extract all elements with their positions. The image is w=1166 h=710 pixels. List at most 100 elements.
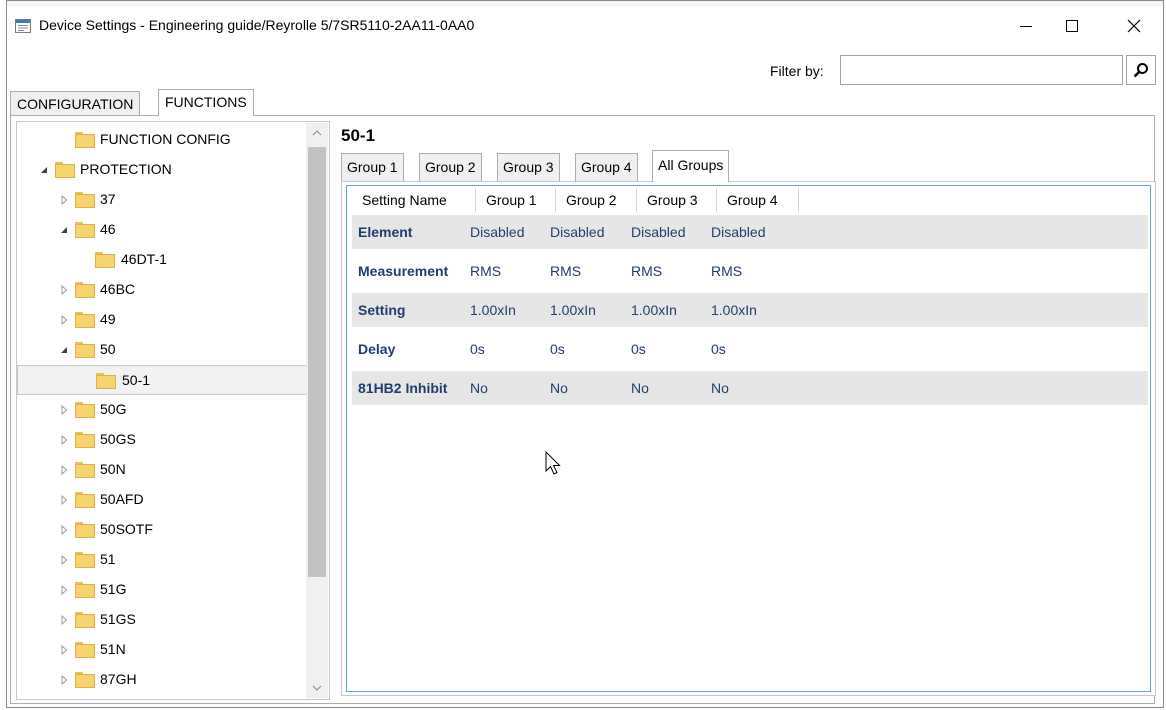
setting-value-cell-group-4[interactable]: No bbox=[711, 380, 793, 396]
tree-item[interactable]: 46 bbox=[17, 215, 307, 245]
setting-value-cell-group-1[interactable]: RMS bbox=[470, 263, 550, 279]
setting-value-cell-group-2[interactable]: RMS bbox=[550, 263, 631, 279]
minimize-button[interactable] bbox=[1003, 6, 1049, 46]
scroll-down-icon[interactable] bbox=[306, 678, 328, 698]
collapsed-caret-icon[interactable] bbox=[59, 555, 69, 565]
collapsed-caret-icon[interactable] bbox=[59, 285, 69, 295]
setting-value-cell-group-1[interactable]: Disabled bbox=[470, 224, 550, 240]
tab-functions[interactable]: FUNCTIONS bbox=[158, 89, 254, 116]
collapsed-caret-icon[interactable] bbox=[59, 195, 69, 205]
tab-configuration[interactable]: CONFIGURATION bbox=[10, 91, 141, 115]
tree-item[interactable]: 50GS bbox=[17, 425, 307, 455]
column-header-group-3[interactable]: Group 3 bbox=[637, 188, 717, 212]
close-button[interactable] bbox=[1111, 6, 1157, 46]
table-row[interactable]: Measurement RMS RMS RMS RMS bbox=[352, 254, 1148, 288]
grid-header-row: Setting Name Group 1 Group 2 Group 3 Gro… bbox=[352, 188, 799, 212]
collapsed-caret-icon[interactable] bbox=[59, 585, 69, 595]
collapsed-caret-icon[interactable] bbox=[59, 645, 69, 655]
folder-icon bbox=[75, 222, 95, 238]
tree-item-label: 87GH bbox=[100, 671, 137, 687]
collapsed-caret-icon[interactable] bbox=[59, 495, 69, 505]
folder-icon bbox=[75, 462, 95, 478]
setting-value-cell-group-3[interactable]: RMS bbox=[631, 263, 711, 279]
collapsed-caret-icon[interactable] bbox=[59, 525, 69, 535]
collapsed-caret-icon[interactable] bbox=[59, 435, 69, 445]
tree-item-label: 51 bbox=[100, 551, 116, 567]
tree-item[interactable]: 37 bbox=[17, 185, 307, 215]
table-row[interactable]: 81HB2 Inhibit No No No No bbox=[352, 371, 1148, 405]
tree-item[interactable]: 51 bbox=[17, 545, 307, 575]
collapsed-caret-icon[interactable] bbox=[59, 315, 69, 325]
tree-item[interactable]: 50N bbox=[17, 455, 307, 485]
tree-item[interactable]: 50-1 bbox=[17, 365, 307, 395]
tree-item-label: 46 bbox=[100, 221, 116, 237]
setting-value-cell-group-1[interactable]: 0s bbox=[470, 341, 550, 357]
tree-item-label: PROTECTION bbox=[80, 161, 172, 177]
setting-name-cell: Setting bbox=[358, 302, 406, 318]
tab-group-3[interactable]: Group 3 bbox=[497, 153, 560, 181]
setting-name-cell: Element bbox=[358, 224, 413, 240]
expanded-caret-icon[interactable] bbox=[59, 345, 69, 355]
filter-input[interactable] bbox=[840, 55, 1123, 85]
tree-item[interactable]: FUNCTION CONFIG bbox=[17, 125, 307, 155]
setting-value-cell-group-3[interactable]: Disabled bbox=[631, 224, 711, 240]
setting-value-cell-group-4[interactable]: Disabled bbox=[711, 224, 793, 240]
folder-icon bbox=[75, 132, 95, 148]
folder-icon bbox=[75, 312, 95, 328]
tree-item[interactable]: 50AFD bbox=[17, 485, 307, 515]
setting-value-cell-group-3[interactable]: 0s bbox=[631, 341, 711, 357]
table-row[interactable]: Setting 1.00xIn 1.00xIn 1.00xIn 1.00xIn bbox=[352, 293, 1148, 327]
folder-icon bbox=[75, 192, 95, 208]
tab-group-2[interactable]: Group 2 bbox=[419, 153, 482, 181]
table-row[interactable]: Element Disabled Disabled Disabled Disabled bbox=[352, 215, 1148, 249]
setting-value-cell-group-2[interactable]: No bbox=[550, 380, 631, 396]
column-header-group-4[interactable]: Group 4 bbox=[717, 188, 799, 212]
tree-item[interactable]: 51N bbox=[17, 635, 307, 665]
collapsed-caret-icon[interactable] bbox=[59, 615, 69, 625]
folder-icon bbox=[75, 432, 95, 448]
setting-value-cell-group-2[interactable]: 0s bbox=[550, 341, 631, 357]
title-bar[interactable]: Device Settings - Engineering guide/Reyr… bbox=[7, 6, 1163, 46]
tree-item[interactable]: 50G bbox=[17, 395, 307, 425]
setting-value-cell-group-3[interactable]: No bbox=[631, 380, 711, 396]
tree-item-label: 46DT-1 bbox=[121, 251, 167, 267]
mouse-cursor-icon bbox=[545, 450, 561, 480]
setting-value-cell-group-1[interactable]: 1.00xIn bbox=[470, 302, 550, 318]
tab-group-1[interactable]: Group 1 bbox=[341, 153, 404, 181]
tree-item[interactable]: 87GH bbox=[17, 665, 307, 695]
tree-item[interactable]: 50SOTF bbox=[17, 515, 307, 545]
setting-value-cell-group-2[interactable]: 1.00xIn bbox=[550, 302, 631, 318]
setting-value-cell-group-2[interactable]: Disabled bbox=[550, 224, 631, 240]
column-header-setting-name[interactable]: Setting Name bbox=[352, 188, 476, 212]
expanded-caret-icon[interactable] bbox=[39, 165, 49, 175]
maximize-button[interactable] bbox=[1049, 6, 1095, 46]
tree-item[interactable]: 51G bbox=[17, 575, 307, 605]
scroll-up-icon[interactable] bbox=[306, 123, 328, 143]
folder-icon bbox=[75, 552, 95, 568]
window-title: Device Settings - Engineering guide/Reyr… bbox=[39, 17, 475, 33]
tree-scrollbar[interactable] bbox=[306, 123, 328, 698]
tree-item[interactable]: 50 bbox=[17, 335, 307, 365]
collapsed-caret-icon[interactable] bbox=[59, 465, 69, 475]
tree-item[interactable]: 51GS bbox=[17, 605, 307, 635]
setting-value-cell-group-4[interactable]: 0s bbox=[711, 341, 793, 357]
setting-value-cell-group-4[interactable]: RMS bbox=[711, 263, 793, 279]
tree-item-label: 50N bbox=[100, 461, 126, 477]
setting-value-cell-group-4[interactable]: 1.00xIn bbox=[711, 302, 793, 318]
table-row[interactable]: Delay 0s 0s 0s 0s bbox=[352, 332, 1148, 366]
scroll-thumb[interactable] bbox=[308, 147, 326, 577]
tree-item[interactable]: 49 bbox=[17, 305, 307, 335]
setting-value-cell-group-3[interactable]: 1.00xIn bbox=[631, 302, 711, 318]
tab-all-groups[interactable]: All Groups bbox=[652, 150, 730, 182]
setting-value-cell-group-1[interactable]: No bbox=[470, 380, 550, 396]
column-header-group-1[interactable]: Group 1 bbox=[476, 188, 556, 212]
collapsed-caret-icon[interactable] bbox=[59, 675, 69, 685]
tree-item[interactable]: 46DT-1 bbox=[17, 245, 307, 275]
column-header-group-2[interactable]: Group 2 bbox=[556, 188, 637, 212]
tab-group-4[interactable]: Group 4 bbox=[575, 153, 638, 181]
expanded-caret-icon[interactable] bbox=[59, 225, 69, 235]
tree-item[interactable]: 46BC bbox=[17, 275, 307, 305]
filter-search-button[interactable] bbox=[1126, 55, 1156, 85]
collapsed-caret-icon[interactable] bbox=[59, 405, 69, 415]
tree-item[interactable]: PROTECTION bbox=[17, 155, 307, 185]
